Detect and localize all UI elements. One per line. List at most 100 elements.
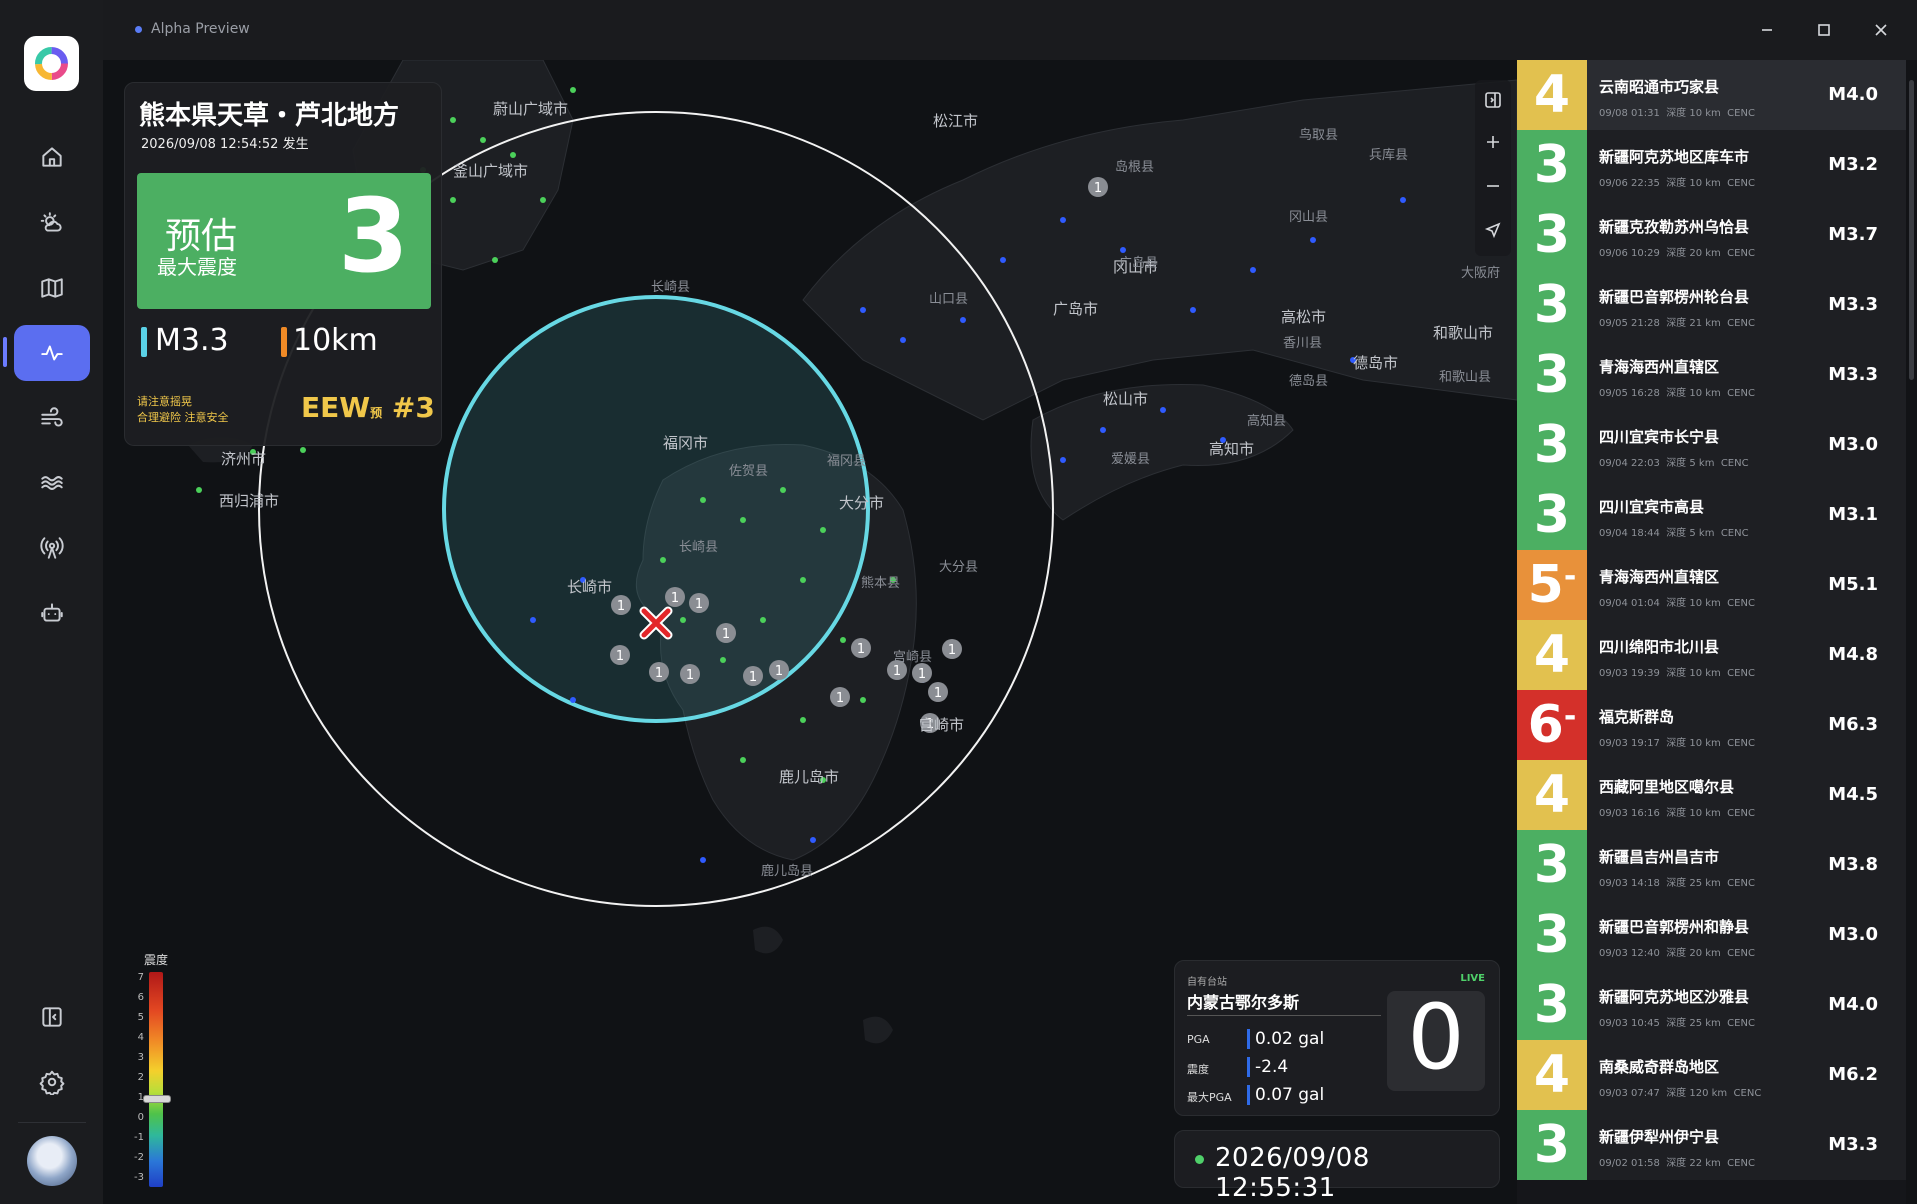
quake-list-item[interactable]: 3 四川宜宾市长宁县 09/04 22:03 深度 5 km CENC M3.0 [1517,410,1906,480]
nav-home[interactable] [14,129,90,185]
nav-settings[interactable] [14,1054,90,1110]
legend-slider[interactable] [143,1095,171,1103]
quake-list-item[interactable]: 5- 青海海西州直辖区 09/04 01:04 深度 10 km CENC M5.1 [1517,550,1906,620]
svg-text:1: 1 [617,599,625,614]
sidebar [0,0,103,1204]
quake-meta: 09/03 10:45 深度 25 km CENC [1599,1014,1755,1029]
pga-bar [1247,1029,1250,1049]
quake-list-item[interactable]: 3 新疆伊犁州伊宁县 09/02 01:58 深度 22 km CENC M3.3 [1517,1110,1906,1180]
quake-list-item[interactable]: 6- 福克斯群岛 09/03 19:17 深度 10 km CENC M6.3 [1517,690,1906,760]
quake-info: 福克斯群岛 09/03 19:17 深度 10 km CENC M6.3 [1587,690,1906,760]
minimize-button[interactable] [1753,16,1781,44]
antenna-icon [40,537,64,559]
map-label-pref: 长崎县 [651,280,691,295]
intensity-badge: 3 [1517,1110,1587,1180]
map-label-city: 和歌山市 [1433,324,1494,342]
nav-robot[interactable] [14,585,90,641]
layer-toggle-button[interactable] [1475,82,1511,118]
intensity-badge: 3 [1517,970,1587,1040]
quake-info: 四川宜宾市长宁县 09/04 22:03 深度 5 km CENC M3.0 [1587,410,1906,480]
map-label-city: 福冈市 [663,434,709,452]
eew-region: 熊本県天草・芦北地方 [139,101,400,131]
zoom-out-button[interactable] [1475,168,1511,204]
nav-broadcast[interactable] [14,520,90,576]
intensity-badge: 3 [1517,130,1587,200]
clock-status-dot [1195,1155,1204,1164]
quake-list-item[interactable]: 4 四川绵阳市北川县 09/03 19:39 深度 10 km CENC M4.8 [1517,620,1906,690]
quake-list-item[interactable]: 3 新疆阿克苏地区库车市 09/06 22:35 深度 10 km CENC M3.2 [1517,130,1906,200]
quake-depth: 深度 120 km [1666,1088,1728,1099]
quake-list-item[interactable]: 3 新疆克孜勒苏州乌恰县 09/06 10:29 深度 20 km CENC M3.7 [1517,200,1906,270]
quake-info: 新疆阿克苏地区沙雅县 09/03 10:45 深度 25 km CENC M4.0 [1587,970,1906,1040]
pga-label: PGA [1187,1033,1210,1046]
legend-tick: 2 [137,1072,144,1083]
quake-depth: 深度 25 km [1666,1018,1721,1029]
nav-seismic[interactable] [14,325,90,381]
map-label-city: 松江市 [933,112,979,130]
quake-list-item[interactable]: 3 新疆巴音郭楞州和静县 09/03 12:40 深度 20 km CENC M3.0 [1517,900,1906,970]
quake-list-item[interactable]: 3 新疆阿克苏地区沙雅县 09/03 10:45 深度 25 km CENC M4.0 [1517,970,1906,1040]
quake-info: 新疆克孜勒苏州乌恰县 09/06 10:29 深度 20 km CENC M3.7 [1587,200,1906,270]
quake-depth: 深度 5 km [1666,458,1715,469]
legend-tick: -3 [134,1172,144,1183]
nav-collapse[interactable] [14,989,90,1045]
map-label-city: 长崎市 [567,578,613,596]
quake-magnitude: M3.3 [1828,364,1878,385]
nav-waves[interactable] [14,455,90,511]
close-button[interactable] [1867,16,1895,44]
app-logo[interactable] [24,36,79,91]
quake-list-item[interactable]: 3 四川宜宾市高县 09/04 18:44 深度 5 km CENC M3.1 [1517,480,1906,550]
nav-wind[interactable] [14,390,90,446]
intensity-badge: 3 [1517,480,1587,550]
minimize-icon [1762,29,1772,31]
eew-card[interactable]: 熊本県天草・芦北地方 2026/09/08 12:54:52 发生 预估 最大震… [124,82,442,446]
nav-weather[interactable] [14,195,90,251]
station-card[interactable]: 自有台站 LIVE 内蒙古鄂尔多斯 PGA 0.02 gal 震度 -2.4 最… [1174,960,1500,1116]
quake-list-item[interactable]: 3 新疆巴音郭楞州轮台县 09/05 21:28 深度 21 km CENC M3.3 [1517,270,1906,340]
quake-list-item[interactable]: 4 南桑威奇群岛地区 09/03 07:47 深度 120 km CENC M6.2 [1517,1040,1906,1110]
quake-source: CENC [1727,388,1755,399]
nav-map[interactable] [14,260,90,316]
map-label-city: 德岛市 [1353,354,1399,372]
map-label-city: 釜山广域市 [453,162,529,180]
quake-info: 四川宜宾市高县 09/04 18:44 深度 5 km CENC M3.1 [1587,480,1906,550]
quake-meta: 09/02 01:58 深度 22 km CENC [1599,1154,1755,1169]
sidebar-toggle-icon [42,1007,62,1027]
map-label-pref: 福冈县 [827,454,867,469]
quake-meta: 09/05 21:28 深度 21 km CENC [1599,314,1755,329]
locate-button[interactable] [1475,212,1511,248]
intensity-badge: 6- [1517,690,1587,760]
list-scrollbar[interactable] [1906,60,1917,1204]
avatar[interactable] [27,1136,77,1186]
quake-time: 09/02 01:58 [1599,1158,1660,1169]
map-label-city: 大分市 [839,494,885,512]
zoom-in-button[interactable] [1475,124,1511,160]
quake-depth: 深度 10 km [1666,388,1721,399]
minus-icon [1487,185,1499,187]
quake-list-item[interactable]: 3 青海海西州直辖区 09/05 16:28 深度 10 km CENC M3.3 [1517,340,1906,410]
map-label-pref: 爱媛县 [1111,452,1151,467]
map-label-city: 广岛市 [1053,300,1099,318]
quake-list-item[interactable]: 4 云南昭通市巧家县 09/08 01:31 深度 10 km CENC M4.0 [1517,60,1906,130]
quake-list-item[interactable]: 3 新疆昌吉州昌吉市 09/03 14:18 深度 25 km CENC M3.8 [1517,830,1906,900]
map-label-pref: 佐贺县 [729,464,769,479]
intensity-number: 5 [1527,555,1564,615]
quake-info: 西藏阿里地区噶尔县 09/03 16:16 深度 10 km CENC M4.5 [1587,760,1906,830]
quake-depth: 深度 10 km [1666,108,1721,119]
intensity-bar [1247,1057,1250,1077]
estimated-intensity-box: 预估 最大震度 3 [137,173,431,309]
quake-list-item[interactable]: 4 西藏阿里地区噶尔县 09/03 16:16 深度 10 km CENC M4.5 [1517,760,1906,830]
earthquake-list[interactable]: 4 云南昭通市巧家县 09/08 01:31 深度 10 km CENC M4.0 3 新… [1517,60,1906,1204]
quake-location: 新疆阿克苏地区沙雅县 [1599,988,1750,1006]
scrollbar-thumb[interactable] [1909,80,1914,380]
quake-location: 云南昭通市巧家县 [1599,78,1720,96]
quake-magnitude: M3.2 [1828,154,1878,175]
map-label-pref: 大分县 [939,560,979,575]
quake-meta: 09/03 16:16 深度 10 km CENC [1599,804,1755,819]
eew-report-tag: EEW预 #3 [301,391,435,424]
quake-depth: 深度 25 km [1666,878,1721,889]
intensity-badge: 3 [1517,270,1587,340]
intensity-modifier: - [1563,698,1577,734]
maximize-button[interactable] [1810,16,1838,44]
legend-tick: 3 [137,1052,144,1063]
